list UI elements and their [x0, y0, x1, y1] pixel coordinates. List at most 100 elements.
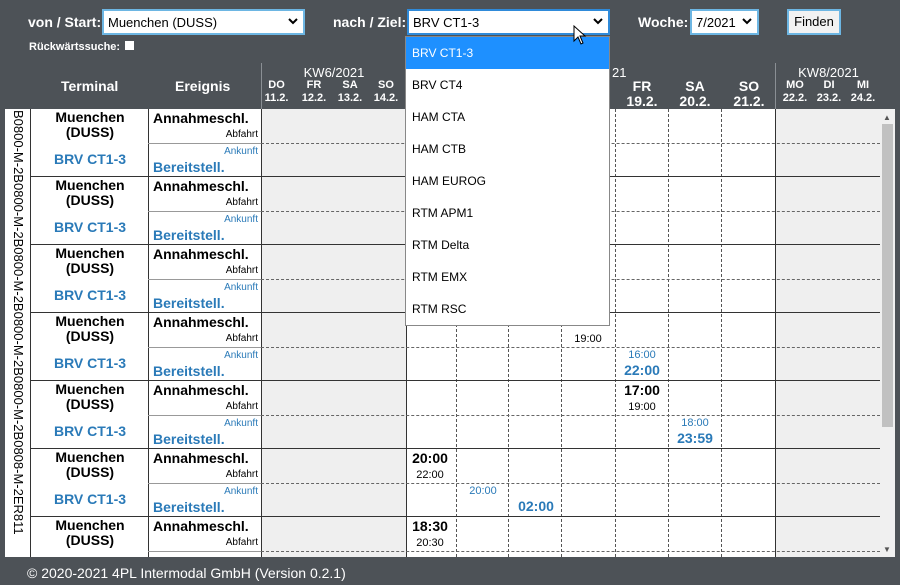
subrow-divider — [261, 483, 880, 484]
week-select[interactable]: 7/2021 — [690, 9, 759, 35]
origin-terminal: Muenchen (DUSS) — [55, 381, 125, 412]
subrow-divider — [148, 211, 261, 212]
dropdown-option[interactable]: RTM RSC — [406, 293, 609, 325]
event-sublabel: Abfahrt — [225, 537, 258, 548]
arrival-time: 18:00 — [681, 417, 709, 429]
event-sublabel: Ankunft — [224, 214, 258, 225]
from-select[interactable]: Muenchen (DUSS) — [102, 9, 305, 35]
day-header: FR 19.2. — [626, 78, 658, 109]
scroll-up-icon[interactable]: ▲ — [883, 113, 891, 122]
mouse-cursor-icon — [573, 25, 587, 45]
week-label-kw6: KW6/2021 — [303, 65, 365, 80]
dropdown-option[interactable]: BRV CT4 — [406, 69, 609, 101]
dropdown-option[interactable]: HAM EUROG — [406, 165, 609, 197]
to-select-value: BRV CT1-3 — [413, 15, 480, 30]
dropdown-option[interactable]: RTM Delta — [406, 229, 609, 261]
origin-terminal: Muenchen (DUSS) — [55, 109, 125, 140]
acceptance-time: 18:30 — [412, 518, 448, 534]
event-label: Bereitstell. — [153, 295, 225, 311]
event-label: Annahmeschl. — [153, 450, 249, 466]
subrow-divider — [148, 483, 261, 484]
terminal-header-label: Terminal — [61, 78, 119, 94]
dropdown-option[interactable]: RTM EMX — [406, 261, 609, 293]
event-sublabel: Abfahrt — [225, 265, 258, 276]
provision-time: 02:00 — [518, 498, 554, 514]
acceptance-time: 20:00 — [412, 450, 448, 466]
subrow-divider — [261, 415, 880, 416]
event-label: Bereitstell. — [153, 363, 225, 379]
week-header-kw8: KW8/2021 MO 22.2. DI 23.2. MI 24.2. — [775, 63, 895, 109]
vertical-scrollbar[interactable]: ▲ ▼ — [880, 109, 895, 557]
origin-terminal: Muenchen (DUSS) — [55, 313, 125, 344]
origin-terminal: Muenchen (DUSS) — [55, 245, 125, 276]
event-label: Annahmeschl. — [153, 246, 249, 262]
day-header: DI 23.2. — [816, 79, 842, 104]
destination-terminal: BRV CT1-3 — [53, 491, 127, 507]
week-header-kw6: KW6/2021 DO 11.2. FR 12.2. SA 13.2. SO 14.2. — [261, 63, 406, 109]
departure-time: 22:00 — [416, 469, 444, 481]
chevron-down-icon — [288, 18, 298, 25]
event-sublabel: Abfahrt — [225, 197, 258, 208]
departure-time: 20:30 — [416, 537, 444, 549]
event-sublabel: Ankunft — [224, 486, 258, 497]
day-header: SO 21.2. — [733, 78, 765, 109]
event-sublabel: Ankunft — [224, 282, 258, 293]
arrival-time: 16:00 — [628, 349, 656, 361]
find-button[interactable]: Finden — [787, 9, 841, 35]
destination-dropdown-list: BRV CT1-3 BRV CT4 HAM CTA HAM CTB HAM EU… — [405, 36, 610, 326]
event-sublabel: Abfahrt — [225, 469, 258, 480]
event-label: Annahmeschl. — [153, 178, 249, 194]
event-header-label: Ereignis — [175, 78, 231, 94]
event-label: Bereitstell. — [153, 431, 225, 447]
reverse-search-checkbox[interactable] — [125, 41, 134, 50]
dropdown-option[interactable]: HAM CTB — [406, 133, 609, 165]
destination-terminal: BRV CT1-3 — [53, 219, 127, 235]
event-sublabel: Ankunft — [224, 350, 258, 361]
event-label: Bereitstell. — [153, 227, 225, 243]
week-label-kw7: 21 — [612, 65, 627, 80]
row-divider — [31, 516, 880, 517]
event-label: Annahmeschl. — [153, 110, 249, 126]
provision-time: 23:59 — [677, 430, 713, 446]
from-label: von / Start: — [28, 14, 102, 30]
origin-terminal: Muenchen (DUSS) — [55, 177, 125, 208]
scrollbar-thumb[interactable] — [882, 124, 893, 427]
train-ids: B0800-M-2B0800-M-2B0800-M-2B0800-M-2B080… — [11, 110, 26, 535]
event-label: Bereitstell. — [153, 159, 225, 175]
arrival-time: 20:00 — [469, 485, 497, 497]
destination-terminal: BRV CT1-3 — [53, 287, 127, 303]
event-sublabel: Abfahrt — [225, 333, 258, 344]
day-header: FR 12.2. — [301, 79, 327, 104]
destination-terminal: BRV CT1-3 — [53, 423, 127, 439]
terminal-header: Terminal — [5, 63, 153, 109]
train-id-column: B0800-M-2B0800-M-2B0800-M-2B0800-M-2B080… — [5, 109, 31, 557]
subrow-divider — [261, 551, 880, 552]
day-header: SO 14.2. — [373, 79, 399, 104]
chevron-down-icon — [593, 18, 603, 25]
origin-terminal: Muenchen (DUSS) — [55, 449, 125, 480]
scroll-down-icon[interactable]: ▼ — [883, 545, 891, 554]
dropdown-option[interactable]: HAM CTA — [406, 101, 609, 133]
event-label: Annahmeschl. — [153, 518, 249, 534]
reverse-search-label: Rückwärtssuche: — [29, 41, 121, 53]
dropdown-option[interactable]: RTM APM1 — [406, 197, 609, 229]
from-select-value: Muenchen (DUSS) — [108, 15, 218, 30]
day-header: MO 22.2. — [782, 79, 808, 104]
subrow-divider — [261, 347, 880, 348]
subrow-divider — [148, 143, 261, 144]
departure-time: 19:00 — [574, 333, 602, 345]
event-label: Annahmeschl. — [153, 382, 249, 398]
row-divider — [31, 380, 880, 381]
event-label: Annahmeschl. — [153, 314, 249, 330]
week-label-kw8: KW8/2021 — [798, 65, 859, 80]
event-sublabel: Abfahrt — [225, 129, 258, 140]
row-divider — [31, 448, 880, 449]
week-select-value: 7/2021 — [696, 15, 736, 30]
origin-terminal: Muenchen (DUSS) — [55, 517, 125, 548]
subrow-divider — [148, 347, 261, 348]
to-label: nach / Ziel: — [333, 14, 407, 30]
day-header: DO 11.2. — [264, 79, 289, 104]
departure-time: 19:00 — [628, 401, 656, 413]
chevron-down-icon — [742, 18, 752, 25]
day-header: MI 24.2. — [850, 79, 876, 104]
